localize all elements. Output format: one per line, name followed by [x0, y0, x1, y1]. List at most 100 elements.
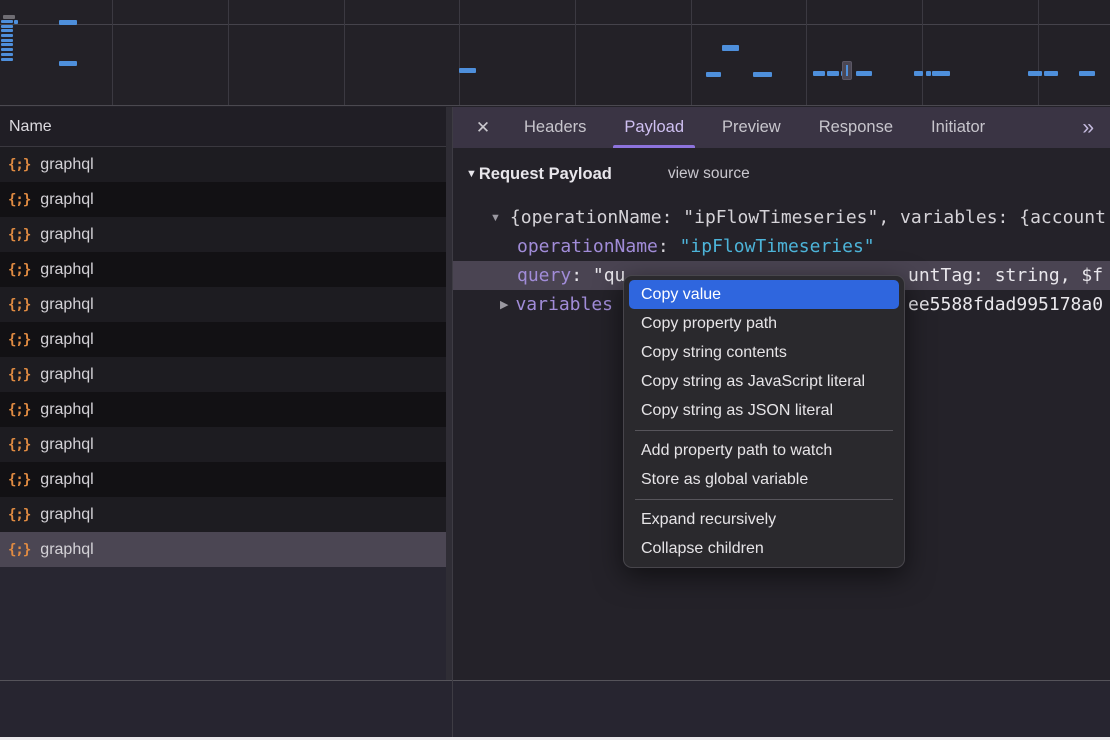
- json-request-icon: {;}: [8, 507, 30, 523]
- timeline-request-bar: [1, 39, 13, 42]
- overview-gridline: [459, 0, 460, 105]
- json-request-icon: {;}: [8, 192, 30, 208]
- timeline-request-bar: [1, 34, 13, 37]
- request-name-label: graphql: [40, 506, 93, 524]
- request-name-label: graphql: [40, 261, 93, 279]
- context-menu-item[interactable]: Copy value: [629, 280, 899, 309]
- context-menu-item[interactable]: Store as global variable: [629, 465, 899, 494]
- overview-gridline: [112, 0, 113, 105]
- request-name-label: graphql: [40, 471, 93, 489]
- json-key: query: [517, 265, 571, 286]
- json-colon: :: [658, 236, 680, 257]
- detail-tab-bar: ✕ Headers Payload Preview Response Initi…: [453, 107, 1110, 148]
- menu-separator: [635, 430, 893, 431]
- json-variables-value-fragment: ee5588fdad995178a0: [908, 290, 1103, 319]
- json-colon: :: [571, 265, 593, 286]
- context-menu-item[interactable]: Expand recursively: [629, 505, 899, 534]
- request-name-label: graphql: [40, 296, 93, 314]
- expand-triangle-icon[interactable]: ▶: [500, 298, 508, 311]
- overview-gridline: [1038, 0, 1039, 105]
- close-icon[interactable]: ✕: [461, 107, 505, 148]
- timeline-request-bar: [1, 48, 13, 51]
- timeline-request-bar: [926, 71, 931, 76]
- json-request-icon: {;}: [8, 402, 30, 418]
- json-preview-text: {operationName: "ipFlowTimeseries", vari…: [510, 207, 1106, 228]
- table-row[interactable]: {;} graphql: [0, 252, 453, 287]
- timeline-request-bar: [1, 58, 13, 61]
- table-row[interactable]: {;}graphql: [0, 357, 453, 392]
- tab-preview[interactable]: Preview: [703, 107, 800, 148]
- table-row[interactable]: {;}graphql: [0, 427, 453, 462]
- timeline-request-bar: [59, 20, 77, 25]
- timeline-request-bar: [753, 72, 772, 77]
- json-root-row[interactable]: ▼ {operationName: "ipFlowTimeseries", va…: [453, 203, 1110, 232]
- network-overview[interactable]: [0, 0, 1110, 106]
- tab-payload[interactable]: Payload: [605, 107, 703, 148]
- timeline-request-bar: [1028, 71, 1042, 76]
- request-name-label: graphql: [40, 156, 93, 174]
- table-row[interactable]: {;}graphql: [0, 147, 453, 182]
- devtools-network-panel: Name {;}graphql{;}graphql{;}graphql{;}gr…: [0, 0, 1110, 737]
- more-tabs-icon[interactable]: »: [1082, 107, 1094, 148]
- request-name-label: graphql: [40, 541, 93, 559]
- timeline-request-bar: [59, 61, 77, 66]
- timeline-request-bar: [813, 71, 825, 76]
- timeline-request-bar: [1079, 71, 1095, 76]
- json-request-icon: {;}: [8, 367, 30, 383]
- tab-initiator[interactable]: Initiator: [912, 107, 1004, 148]
- timeline-request-bar: [706, 72, 721, 77]
- timeline-request-bar: [856, 71, 872, 76]
- collapse-triangle-icon[interactable]: ▼: [490, 212, 501, 224]
- json-request-icon: {;}: [8, 227, 30, 243]
- overview-gridline: [806, 0, 807, 105]
- panel-divider[interactable]: [452, 107, 453, 737]
- status-bar: [0, 681, 1110, 737]
- table-row[interactable]: {;} graphql: [0, 462, 453, 497]
- request-name-label: graphql: [40, 401, 93, 419]
- context-menu-item[interactable]: Add property path to watch: [629, 436, 899, 465]
- request-name-label: graphql: [40, 331, 93, 349]
- timeline-request-bar: [1, 43, 13, 46]
- collapse-triangle-icon[interactable]: ▼: [466, 168, 477, 180]
- json-request-icon: {;}: [8, 472, 30, 488]
- column-header-name[interactable]: Name: [0, 107, 453, 147]
- view-source-link[interactable]: view source: [668, 165, 750, 183]
- context-menu-item[interactable]: Copy string as JavaScript literal: [629, 367, 899, 396]
- json-request-icon: {;}: [8, 542, 30, 558]
- timeline-selected-marker: [842, 61, 852, 80]
- json-request-icon: {;}: [8, 297, 30, 313]
- tab-headers[interactable]: Headers: [505, 107, 605, 148]
- json-string-value: "ipFlowTimeseries": [680, 236, 875, 257]
- json-request-icon: {;}: [8, 332, 30, 348]
- table-row[interactable]: {;} graphql: [0, 497, 453, 532]
- json-string-value: "qu: [593, 265, 626, 286]
- context-menu-item[interactable]: Collapse children: [629, 534, 899, 563]
- context-menu-item[interactable]: Copy string contents: [629, 338, 899, 367]
- overview-gridline: [922, 0, 923, 105]
- table-row[interactable]: {;} graphql: [0, 392, 453, 427]
- timeline-request-bar: [1, 53, 13, 56]
- table-row[interactable]: {;} graphql: [0, 532, 453, 567]
- tab-response[interactable]: Response: [800, 107, 912, 148]
- timeline-request-bar: [1, 20, 13, 23]
- context-menu-item[interactable]: Copy property path: [629, 309, 899, 338]
- json-request-icon: {;}: [8, 262, 30, 278]
- context-menu: Copy valueCopy property pathCopy string …: [623, 275, 905, 568]
- context-menu-item[interactable]: Copy string as JSON literal: [629, 396, 899, 425]
- overview-gridline: [691, 0, 692, 105]
- timeline-request-bar: [914, 71, 923, 76]
- request-list: {;} graphql {;} graphql {;} graphql {;} graphql…: [0, 147, 453, 567]
- overview-gridline: [228, 0, 229, 105]
- json-query-value-fragment: untTag: string, $f: [908, 261, 1103, 290]
- table-row[interactable]: {;} graphql: [0, 322, 453, 357]
- overview-gridline-horizontal: [0, 24, 1110, 25]
- timeline-request-bar: [1044, 71, 1058, 76]
- request-payload-section-header[interactable]: ▼ Request Payload view source: [466, 161, 750, 187]
- timeline-request-bar: [1, 25, 13, 28]
- table-row[interactable]: {;} graphql: [0, 287, 453, 322]
- table-row[interactable]: {;}graphql: [0, 182, 453, 217]
- section-title: Request Payload: [479, 165, 612, 184]
- json-property-row-operationname[interactable]: operationName: "ipFlowTimeseries": [453, 232, 1110, 261]
- request-name-label: graphql: [40, 226, 93, 244]
- table-row[interactable]: {;} graphql: [0, 217, 453, 252]
